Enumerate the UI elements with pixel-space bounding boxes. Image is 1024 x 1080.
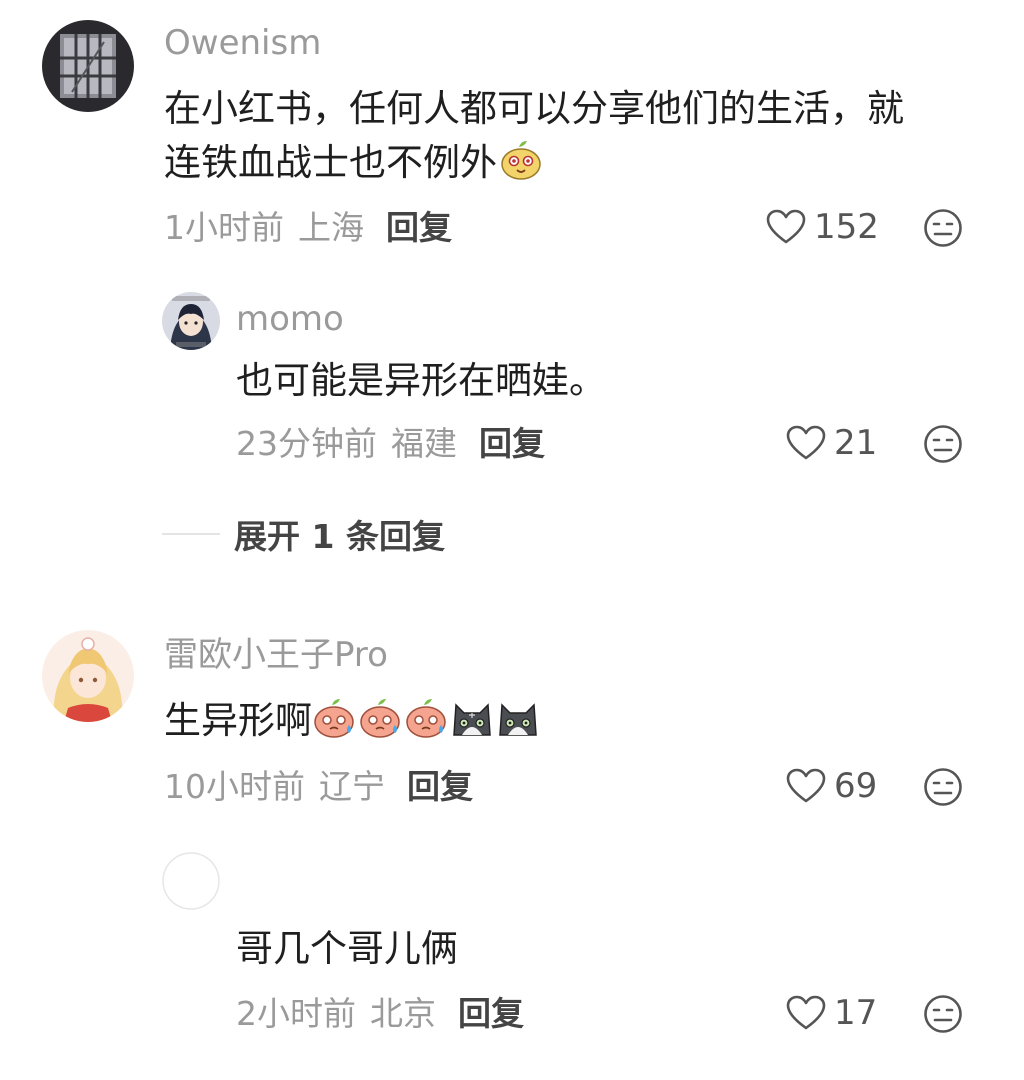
comment-text: 在小红书，任何人都可以分享他们的生活，就 连铁血战士也不例外 [164, 82, 904, 190]
username[interactable]: Owenism [164, 26, 321, 60]
sweat-peach-face-emoji-icon [404, 695, 448, 739]
comment-item: 雷欧小王子Pro 生异形啊 10小时前 辽宁 回复 69 [0, 620, 1024, 820]
reply-button[interactable]: 回复 [479, 424, 545, 463]
heart-outline-icon [766, 209, 806, 244]
heart-outline-icon [786, 768, 826, 803]
comment-text: 哥几个哥儿俩 [236, 927, 458, 970]
like-count: 21 [834, 423, 878, 463]
meh-face-icon[interactable] [923, 767, 963, 807]
avatar[interactable] [162, 852, 220, 910]
like-button[interactable]: 152 [766, 209, 879, 245]
meh-face-icon[interactable] [923, 208, 963, 248]
gray-cat-face-emoji-icon [496, 695, 540, 739]
sweat-peach-face-emoji-icon [358, 695, 402, 739]
comment-location: 上海 [298, 208, 364, 247]
comment-meta: 2小时前 北京 回复 [236, 997, 524, 1030]
like-button[interactable]: 69 [786, 768, 877, 804]
comment-time: 23分钟前 [236, 424, 377, 463]
avatar[interactable] [162, 292, 220, 350]
comment-meta: 23分钟前 福建 回复 [236, 427, 545, 460]
avatar[interactable] [42, 630, 134, 722]
reply-button[interactable]: 回复 [458, 994, 524, 1033]
comment-location: 福建 [391, 424, 457, 463]
username[interactable]: 雷欧小王子Pro [164, 638, 388, 672]
sweat-peach-face-emoji-icon [312, 695, 356, 739]
pear-face-emoji-icon [499, 137, 543, 181]
meh-face-icon[interactable] [923, 424, 963, 464]
like-count: 152 [814, 207, 879, 247]
comment-text: 生异形啊 [164, 694, 542, 748]
comment-location: 北京 [370, 994, 436, 1033]
expand-replies-label: 展开 1 条回复 [234, 517, 445, 556]
comment-time: 10小时前 [164, 767, 305, 806]
like-count: 69 [834, 766, 878, 806]
username[interactable]: momo [236, 302, 344, 336]
comment-location: 辽宁 [319, 767, 385, 806]
comment-time: 2小时前 [236, 994, 356, 1033]
comment-text-segment: 连铁血战士也不例外 [164, 141, 497, 184]
like-button[interactable]: 21 [786, 425, 877, 461]
comment-text-line: 连铁血战士也不例外 [164, 136, 904, 190]
like-count: 17 [834, 993, 878, 1033]
reply-item: momo 也可能是异形在晒娃。 23分钟前 福建 回复 21 [0, 280, 1024, 480]
comment-time: 1小时前 [164, 208, 284, 247]
reply-button[interactable]: 回复 [386, 208, 452, 247]
comment-text: 也可能是异形在晒娃。 [236, 359, 606, 402]
comment-text-line: 在小红书，任何人都可以分享他们的生活，就 [164, 87, 904, 130]
expand-replies-button[interactable]: 展开 1 条回复 [162, 510, 445, 558]
like-button[interactable]: 17 [786, 995, 877, 1031]
reply-item: 哥几个哥儿俩 2小时前 北京 回复 17 [0, 850, 1024, 1070]
comment-item: Owenism 在小红书，任何人都可以分享他们的生活，就 连铁血战士也不例外 1… [0, 0, 1024, 260]
divider [162, 533, 220, 535]
heart-outline-icon [786, 995, 826, 1030]
avatar[interactable] [42, 20, 134, 112]
comment-meta: 1小时前 上海 回复 [164, 211, 452, 244]
meh-face-icon[interactable] [923, 994, 963, 1034]
comment-text-segment: 生异形啊 [164, 699, 312, 742]
reply-button[interactable]: 回复 [407, 767, 473, 806]
gray-cat-face-emoji-icon [450, 695, 494, 739]
comment-meta: 10小时前 辽宁 回复 [164, 770, 473, 803]
heart-outline-icon [786, 425, 826, 460]
